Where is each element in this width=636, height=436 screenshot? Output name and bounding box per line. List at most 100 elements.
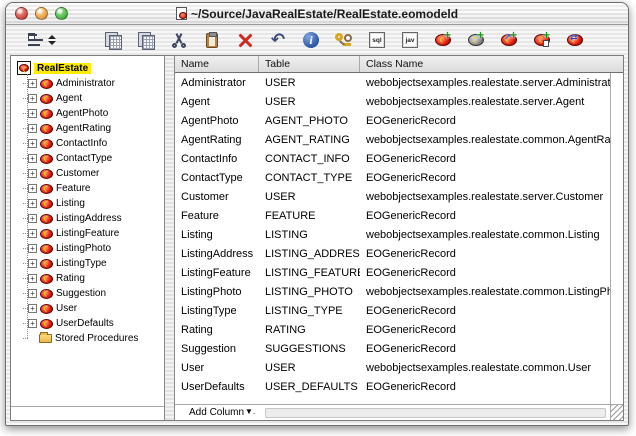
close-button[interactable] <box>15 7 28 20</box>
sidebar-item-listingfeature[interactable]: + ListingFeature <box>22 226 164 241</box>
table-row[interactable]: Agent USER webobjectsexamples.realestate… <box>175 92 610 111</box>
cut-icon[interactable] <box>166 28 192 52</box>
table-row[interactable]: ListingType LISTING_TYPE EOGenericRecord <box>175 301 610 320</box>
delete-icon[interactable] <box>232 28 258 52</box>
title-bar[interactable]: ~/Source/JavaRealEstate/RealEstate.eomod… <box>6 3 628 25</box>
table-horizontal-scrollbar[interactable] <box>265 407 606 418</box>
sidebar-item-feature[interactable]: + Feature <box>22 181 164 196</box>
tree-expander-icon[interactable]: + <box>28 289 37 298</box>
sidebar-item-listing[interactable]: + Listing <box>22 196 164 211</box>
table-row[interactable]: UserDefaults USER_DEFAULTS EOGenericReco… <box>175 377 610 396</box>
table-vertical-scrollbar[interactable] <box>610 73 623 404</box>
sidebar-item-listingtype[interactable]: + ListingType <box>22 256 164 271</box>
add-column-button[interactable]: Add Column ▼. <box>175 407 255 418</box>
tree-expander-icon[interactable]: + <box>28 109 37 118</box>
sidebar-item-listingaddress[interactable]: + ListingAddress <box>22 211 164 226</box>
add-entity-icon[interactable]: + <box>430 28 456 52</box>
cell-name: ListingPhoto <box>181 285 242 298</box>
tree-expander-icon[interactable]: + <box>28 319 37 328</box>
sidebar-item-user[interactable]: + User <box>22 301 164 316</box>
tree-expander-icon[interactable]: + <box>28 184 37 193</box>
table-row[interactable]: ListingFeature LISTING_FEATURE EOGeneric… <box>175 263 610 282</box>
table-row[interactable]: Listing LISTING webobjectsexamples.reale… <box>175 225 610 244</box>
sidebar-item-customer[interactable]: + Customer <box>22 166 164 181</box>
cell-name: Administrator <box>181 76 246 89</box>
undo-icon[interactable]: ↶ <box>265 28 291 52</box>
browse-key-icon[interactable] <box>331 28 357 52</box>
cell-table: USER <box>265 95 296 108</box>
tree-expander-icon[interactable]: + <box>28 199 37 208</box>
add-relationship-icon[interactable]: ↗ + <box>496 28 522 52</box>
tree-expander-icon[interactable]: + <box>28 229 37 238</box>
tree-expander-icon[interactable]: + <box>28 274 37 283</box>
cell-class: EOGenericRecord <box>366 171 456 184</box>
table-row[interactable]: Suggestion SUGGESTIONS EOGenericRecord <box>175 339 610 358</box>
entity-icon <box>40 78 53 89</box>
tree-expander-icon[interactable]: + <box>28 124 37 133</box>
table-row[interactable]: ListingAddress LISTING_ADDRESS EOGeneric… <box>175 244 610 263</box>
tree-expander-icon[interactable]: + <box>28 214 37 223</box>
java-browser-icon[interactable]: jav <box>397 28 423 52</box>
tree-item-label: Agent <box>56 93 83 104</box>
table-row[interactable]: ContactType CONTACT_TYPE EOGenericRecord <box>175 168 610 187</box>
table-row[interactable]: Rating RATING EOGenericRecord <box>175 320 610 339</box>
tree-expander-icon[interactable]: + <box>28 154 37 163</box>
sidebar-item-listingphoto[interactable]: + ListingPhoto <box>22 241 164 256</box>
column-header-table[interactable]: Table <box>259 56 360 72</box>
cell-class: webobjectsexamples.realestate.server.Adm… <box>366 76 610 89</box>
tree-expander-icon[interactable]: + <box>28 169 37 178</box>
tree-item-label: UserDefaults <box>56 318 114 329</box>
generate-sql-icon[interactable]: sql <box>364 28 390 52</box>
sidebar-item-userdefaults[interactable]: + UserDefaults <box>22 316 164 331</box>
cell-name: ListingType <box>181 304 237 317</box>
sidebar-item-agentphoto[interactable]: + AgentPhoto <box>22 106 164 121</box>
sidebar-item-realestate-root[interactable]: RealEstate <box>17 60 164 76</box>
table-row[interactable]: ContactInfo CONTACT_INFO EOGenericRecord <box>175 149 610 168</box>
table-row[interactable]: AgentPhoto AGENT_PHOTO EOGenericRecord <box>175 111 610 130</box>
paste-icon[interactable] <box>199 28 225 52</box>
table-row[interactable]: ListingPhoto LISTING_PHOTO webobjectsexa… <box>175 282 610 301</box>
resize-grip[interactable] <box>610 404 623 420</box>
cell-class: webobjectsexamples.realestate.server.Cus… <box>366 190 604 203</box>
sidebar-item-contactinfo[interactable]: + ContactInfo <box>22 136 164 151</box>
minimize-button[interactable] <box>35 7 48 20</box>
sidebar-item-stored-procedures[interactable]: Stored Procedures <box>22 331 164 346</box>
column-header-class-name[interactable]: Class Name <box>360 56 623 72</box>
copy-icon[interactable] <box>100 28 126 52</box>
table-row[interactable]: Customer USER webobjectsexamples.realest… <box>175 187 610 206</box>
inspector-info-icon[interactable]: i <box>298 28 324 52</box>
sidebar-item-agentrating[interactable]: + AgentRating <box>22 121 164 136</box>
tree-expander-icon[interactable]: + <box>28 304 37 313</box>
sidebar-horizontal-scrollbar[interactable] <box>11 406 164 420</box>
outline-view-selector-icon[interactable] <box>24 28 60 52</box>
tree-expander-icon[interactable]: + <box>28 139 37 148</box>
cell-table: LISTING_ADDRESS <box>265 247 360 260</box>
tree-expander-icon[interactable]: + <box>28 94 37 103</box>
tree-item-label: ListingFeature <box>56 228 120 239</box>
add-flattened-relationship-icon[interactable]: ⇄ <box>562 28 588 52</box>
sidebar-item-contacttype[interactable]: + ContactType <box>22 151 164 166</box>
zoom-button[interactable] <box>55 7 68 20</box>
table-row[interactable]: User USER webobjectsexamples.realestate.… <box>175 358 610 377</box>
cell-table: USER_DEFAULTS <box>265 380 358 393</box>
tree-expander-icon[interactable]: + <box>28 259 37 268</box>
sidebar-item-administrator[interactable]: + Administrator <box>22 76 164 91</box>
sidebar-item-rating[interactable]: + Rating <box>22 271 164 286</box>
add-attribute-icon[interactable]: + <box>463 28 489 52</box>
pane-splitter[interactable] <box>165 56 175 420</box>
table-row[interactable]: AgentRating AGENT_RATING webobjectsexamp… <box>175 130 610 149</box>
table-row[interactable]: Feature FEATURE EOGenericRecord <box>175 206 610 225</box>
add-fetch-spec-icon[interactable]: + <box>529 28 555 52</box>
table-header-row: Name Table Class Name <box>175 56 623 73</box>
cell-class: EOGenericRecord <box>366 342 456 355</box>
tree-expander-icon[interactable]: + <box>28 244 37 253</box>
table-row[interactable]: Administrator USER webobjectsexamples.re… <box>175 73 610 92</box>
tree-item-label: Feature <box>56 183 91 194</box>
sidebar-item-agent[interactable]: + Agent <box>22 91 164 106</box>
sidebar-item-suggestion[interactable]: + Suggestion <box>22 286 164 301</box>
tree-item-label: Rating <box>56 273 85 284</box>
column-header-name[interactable]: Name <box>175 56 259 72</box>
duplicate-icon[interactable] <box>133 28 159 52</box>
cell-table: LISTING_TYPE <box>265 304 343 317</box>
tree-expander-icon[interactable]: + <box>28 79 37 88</box>
